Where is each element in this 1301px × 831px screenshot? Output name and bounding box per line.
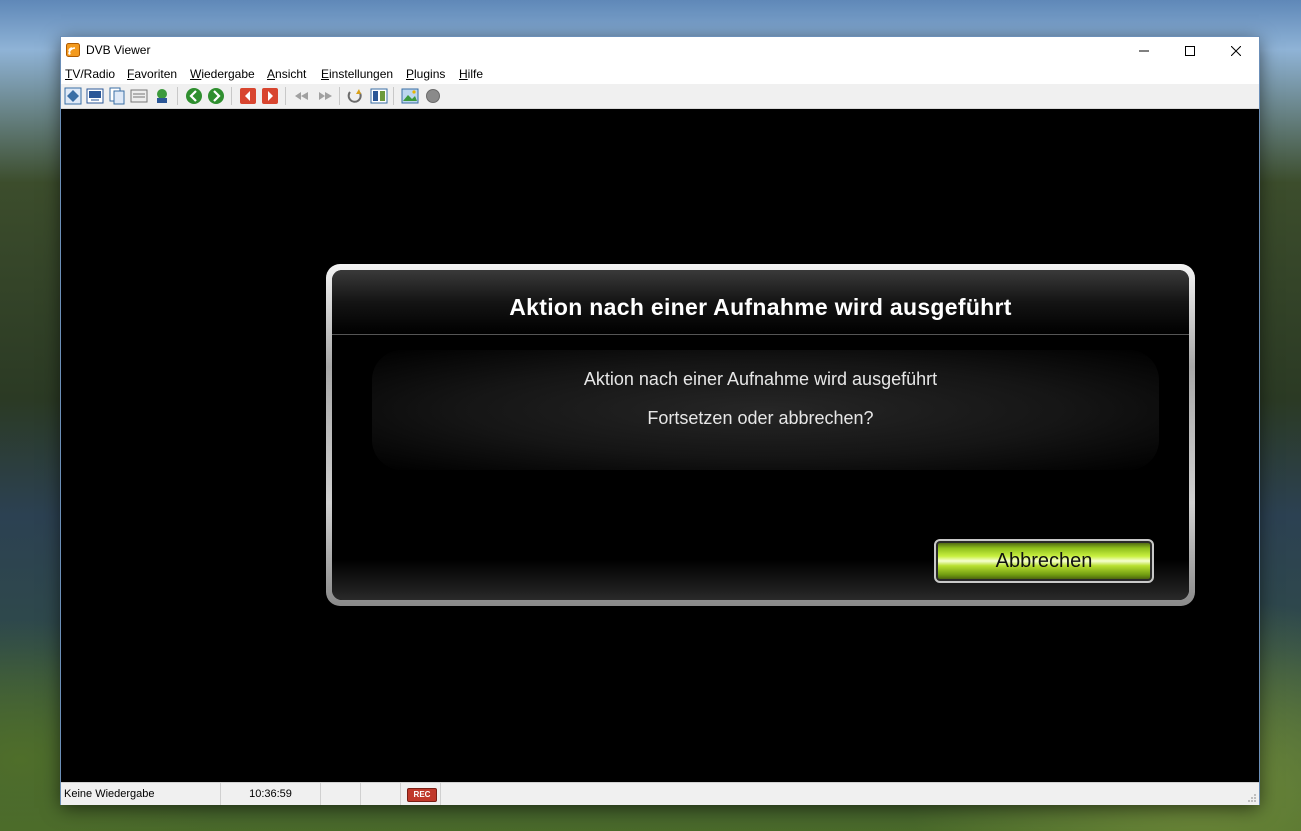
status-cell-rec [401,783,441,805]
osd-message-line-2: Fortsetzen oder abbrechen? [647,408,874,428]
playback-status: Keine Wiedergabe [61,783,221,805]
next-channel-icon[interactable] [261,87,279,105]
image-icon[interactable] [401,87,419,105]
toolbar-separator [393,87,394,105]
menu-ansicht[interactable]: Ansicht [267,67,306,81]
menu-tv-radio[interactable]: TV/Radio [65,67,115,81]
osd-dialog-title: Aktion nach einer Aufnahme wird ausgefüh… [509,294,1012,320]
minimize-button[interactable] [1121,37,1167,64]
copy-icon[interactable] [108,87,126,105]
osd-icon[interactable] [86,87,104,105]
menu-favoriten[interactable]: Favoriten [127,67,177,81]
toolbar-separator [231,87,232,105]
refresh-icon[interactable] [346,87,364,105]
rewind-icon[interactable] [293,87,311,105]
status-cell-empty [361,783,401,805]
resize-grip-icon[interactable] [1247,793,1257,803]
fast-forward-icon[interactable] [316,87,334,105]
menu-plugins[interactable]: Plugins [406,67,445,81]
back-icon[interactable] [185,87,203,105]
clock: 10:36:59 [221,783,321,805]
menu-bar: TV/Radio Favoriten Wiedergabe Ansicht Ei… [61,64,1259,84]
osd-message-line-1: Aktion nach einer Aufnahme wird ausgefüh… [583,369,938,389]
minimize-icon [1139,50,1149,51]
toolbar-separator [339,87,340,105]
record-icon[interactable] [424,87,442,105]
dvb-viewer-window: DVB Viewer TV/Radio Favoriten Wiedergabe… [61,37,1259,805]
channel-list-icon[interactable] [64,87,82,105]
menu-hilfe[interactable]: Hilfe [459,67,483,81]
cancel-button[interactable]: Abbrechen [934,539,1154,583]
toolbar-separator [177,87,178,105]
video-area[interactable]: Aktion nach einer Aufnahme wird ausgefüh… [61,109,1259,782]
close-icon [1231,45,1241,56]
recording-list-icon[interactable] [370,87,388,105]
toolbar [61,84,1259,109]
window-title: DVB Viewer [86,43,151,57]
maximize-icon [1185,45,1195,56]
epg-icon[interactable] [130,87,148,105]
prev-channel-icon[interactable] [239,87,257,105]
close-button[interactable] [1213,37,1259,64]
status-bar: Keine Wiedergabe 10:36:59 REC [61,782,1259,805]
status-cell-empty [321,783,361,805]
forward-icon[interactable] [207,87,225,105]
menu-wiedergabe[interactable]: Wiedergabe [190,67,255,81]
favorites-icon[interactable] [153,87,171,105]
title-bar[interactable]: DVB Viewer [61,37,1259,64]
dvb-viewer-app-icon [66,43,80,57]
toolbar-separator [285,87,286,105]
menu-einstellungen[interactable]: Einstellungen [321,67,393,81]
maximize-button[interactable] [1167,37,1213,64]
